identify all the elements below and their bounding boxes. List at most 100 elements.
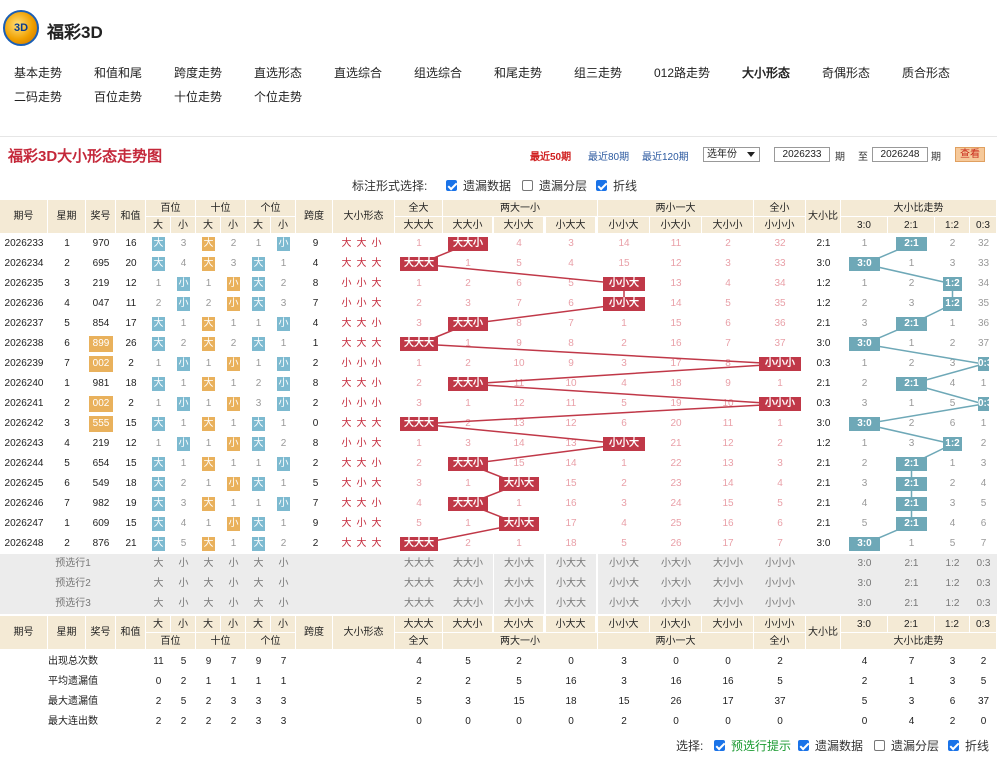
nav-link-7[interactable]: 组三走势 — [574, 64, 622, 81]
bottom-option-1[interactable]: 遗漏数据 — [798, 737, 863, 754]
stat-label: 平均遗漏值 — [48, 676, 98, 687]
form-miss: 4 — [725, 278, 731, 289]
checkbox-icon[interactable] — [798, 740, 809, 751]
form-miss: 5 — [725, 298, 731, 309]
nav-link-0[interactable]: 基本走势 — [14, 64, 62, 81]
stat-form: 2 — [416, 676, 422, 687]
period-link-1[interactable]: 最近80期 — [588, 148, 629, 163]
form-miss: 1 — [465, 518, 471, 529]
bottom-option-label: 折线 — [965, 739, 990, 753]
form-miss: 13 — [722, 458, 734, 469]
preselect-ratio: 2:1 — [888, 554, 935, 574]
row-kuadu: 2 — [312, 358, 319, 369]
trend-table: 期号 星期 奖号 和值 百位大小十位大小个位大小跨度 大小形态 全大 两大一小 两小一大 全小 大大… — [0, 200, 997, 735]
row-hezhi: 11 — [125, 298, 137, 309]
nav-link-10[interactable]: 奇偶形态 — [822, 64, 870, 81]
preselect-blank — [296, 554, 396, 574]
form-miss: 1 — [465, 338, 471, 349]
footer-form-7: 小小小 — [754, 616, 806, 633]
checkbox-icon[interactable] — [714, 740, 725, 751]
form-miss: 18 — [565, 538, 577, 549]
ratio-miss: 1 — [908, 538, 915, 549]
form-miss: 15 — [513, 458, 525, 469]
digit-miss: 1 — [180, 378, 187, 389]
to-period-input[interactable]: 2026248 — [872, 147, 928, 162]
nav-link-12[interactable]: 二码走势 — [14, 88, 62, 105]
preselect-ratio: 0:3 — [970, 594, 997, 614]
footer-xiao: 小 — [271, 616, 296, 633]
nav-link-8[interactable]: 012路走势 — [654, 64, 710, 81]
checkbox-icon[interactable] — [446, 180, 457, 191]
checkbox-icon[interactable] — [522, 180, 533, 191]
ratio-miss: 1 — [861, 278, 868, 289]
option-1[interactable]: 遗漏分层 — [522, 177, 587, 194]
stat-digit: 7 — [230, 656, 237, 667]
footer-da: 大 — [246, 616, 271, 633]
stat-ratio: 2 — [861, 676, 868, 687]
checkbox-icon[interactable] — [874, 740, 885, 751]
form-miss: 17 — [565, 518, 577, 529]
form-miss: 6 — [777, 518, 783, 529]
row-xingqi: 7 — [64, 498, 70, 509]
footer-qihao: 期号 — [0, 616, 48, 650]
stat-form: 15 — [618, 696, 630, 707]
ratio-miss: 3 — [861, 318, 868, 329]
nav-link-13[interactable]: 百位走势 — [94, 88, 142, 105]
period-link-0[interactable]: 最近50期 — [530, 148, 571, 163]
option-2[interactable]: 折线 — [596, 177, 637, 194]
nav-link-9[interactable]: 大小形态 — [742, 64, 790, 81]
from-period-input[interactable]: 2026233 — [774, 147, 830, 162]
row-qihao: 2026243 — [4, 438, 44, 449]
header-xingtai: 大小形态 — [333, 200, 395, 234]
form-miss: 1 — [416, 278, 422, 289]
ratio-hit-1: 2:1 — [896, 477, 927, 491]
row-xingqi: 4 — [64, 438, 70, 449]
nav-link-4[interactable]: 直选综合 — [334, 64, 382, 81]
form-miss: 3 — [416, 318, 422, 329]
checkbox-icon[interactable] — [948, 740, 959, 751]
row-kuadu: 1 — [312, 338, 319, 349]
query-button[interactable]: 查看 — [955, 147, 985, 162]
header-ratio-1: 2:1 — [888, 217, 935, 234]
row-kuadu: 2 — [312, 458, 319, 469]
digit-miss: 1 — [255, 358, 262, 369]
form-miss: 1 — [777, 378, 783, 389]
form-miss: 15 — [670, 318, 682, 329]
row-hezhi: 12 — [125, 278, 137, 289]
bottom-option-2[interactable]: 遗漏分层 — [874, 737, 939, 754]
checkbox-icon[interactable] — [596, 180, 607, 191]
stat-digit: 5 — [180, 696, 187, 707]
stat-form: 2 — [621, 716, 627, 727]
nav-link-6[interactable]: 和尾走势 — [494, 64, 542, 81]
nav-link-5[interactable]: 组选综合 — [414, 64, 462, 81]
preselect-blank — [296, 574, 396, 594]
nav-link-2[interactable]: 跨度走势 — [174, 64, 222, 81]
footer-xiao: 小 — [171, 616, 196, 633]
nav-link-3[interactable]: 直选形态 — [254, 64, 302, 81]
nav-link-1[interactable]: 和值和尾 — [94, 64, 142, 81]
form-miss: 5 — [416, 518, 422, 529]
period-link-2[interactable]: 最近120期 — [642, 148, 689, 163]
nav-link-11[interactable]: 质合形态 — [902, 64, 950, 81]
bottom-option-0[interactable]: 预选行提示 — [714, 737, 791, 754]
year-select[interactable]: 选年份 — [703, 147, 760, 162]
form-miss: 2 — [777, 438, 783, 449]
footer-da: 大 — [196, 616, 221, 633]
nav-link-14[interactable]: 十位走势 — [174, 88, 222, 105]
ratio-hit-1: 2:1 — [896, 457, 927, 471]
stat-digit: 5 — [180, 656, 187, 667]
option-0[interactable]: 遗漏数据 — [446, 177, 511, 194]
bottom-option-3[interactable]: 折线 — [948, 737, 989, 754]
ratio-miss: 34 — [977, 278, 990, 289]
preselect-form: 小大大 — [546, 594, 596, 614]
digit-miss: 2 — [205, 298, 212, 309]
ratio-miss: 6 — [949, 418, 956, 429]
row-kuadu: 5 — [312, 478, 319, 489]
digit-miss: 1 — [205, 438, 212, 449]
nav-link-15[interactable]: 个位走势 — [254, 88, 302, 105]
preselect-form: 大大小 — [443, 594, 493, 614]
header-form-3: 小大大 — [546, 217, 596, 234]
ratio-miss: 3 — [980, 458, 987, 469]
form-miss: 9 — [516, 338, 522, 349]
row-jianghao: 970 — [92, 238, 110, 249]
